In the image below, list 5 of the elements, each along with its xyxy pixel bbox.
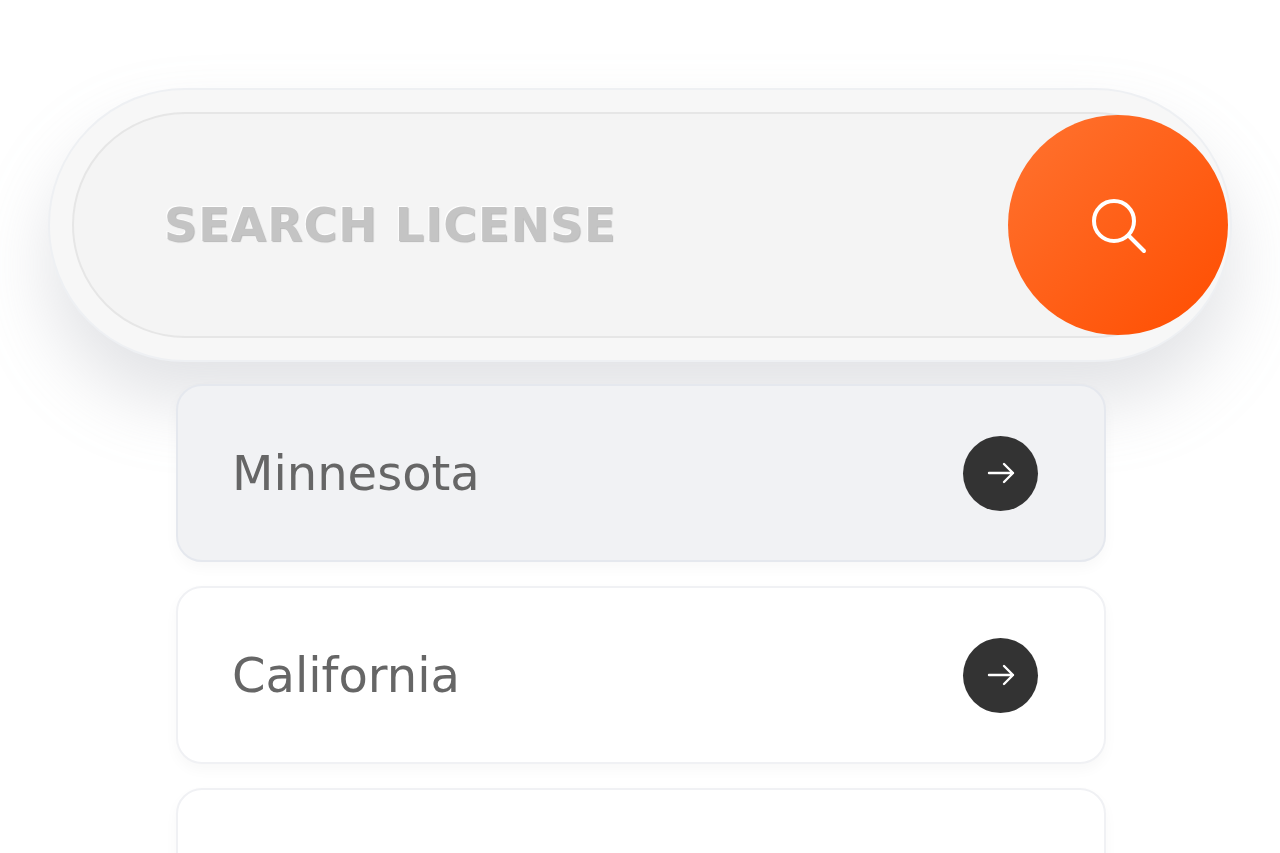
- search-field[interactable]: SEARCH LICENSE: [162, 189, 1008, 261]
- result-item[interactable]: Minnesota: [176, 384, 1106, 562]
- state-name: Minnesota: [232, 444, 480, 503]
- state-name: California: [232, 646, 460, 705]
- result-item[interactable]: California: [176, 586, 1106, 764]
